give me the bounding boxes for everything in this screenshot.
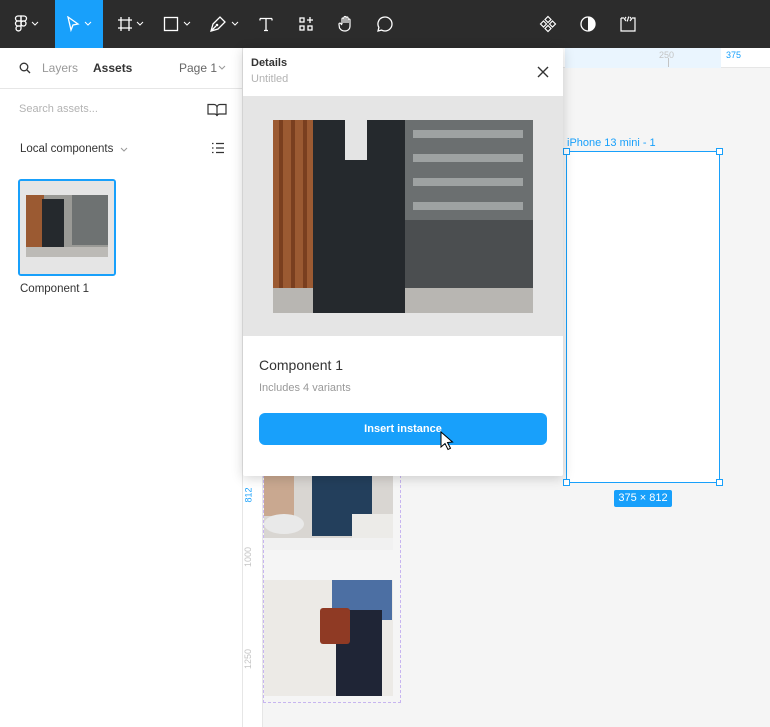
chevron-down-icon — [31, 21, 38, 26]
chevron-down-icon — [218, 65, 226, 70]
component-preview — [243, 96, 563, 336]
walking-man-photo[interactable] — [264, 580, 393, 696]
move-tool-button[interactable] — [55, 0, 103, 48]
chevron-down-icon — [136, 21, 143, 26]
library-icon[interactable] — [207, 103, 227, 117]
hand-tool-button[interactable] — [333, 0, 359, 48]
text-tool-icon — [259, 17, 273, 32]
popover-title: Details — [251, 57, 288, 69]
comment-tool-icon — [377, 16, 393, 32]
comment-tool-button[interactable] — [372, 0, 398, 48]
figma-logo-icon — [14, 15, 27, 32]
toolbar — [0, 0, 770, 48]
resize-handle[interactable] — [716, 148, 723, 155]
frame-tool-icon — [117, 17, 132, 31]
component-thumbnail[interactable] — [18, 179, 116, 276]
meeting-photo-image — [264, 476, 393, 550]
tab-layers[interactable]: Layers — [42, 61, 78, 75]
chevron-down-icon — [84, 21, 92, 26]
asset-search: Search assets... — [0, 88, 242, 128]
component-name: Component 1 — [20, 283, 90, 295]
main-menu-button[interactable] — [8, 0, 44, 48]
move-tool-icon — [67, 16, 80, 32]
resize-handle[interactable] — [563, 148, 570, 155]
components-icon — [539, 15, 557, 33]
chevron-down-icon — [120, 147, 128, 152]
frame-label[interactable]: iPhone 13 mini - 1 — [567, 137, 656, 149]
chevron-down-icon — [231, 21, 239, 26]
pen-tool-icon — [210, 16, 226, 32]
resources-icon — [299, 17, 313, 31]
dimension-badge: 375 × 812 — [614, 490, 672, 507]
ruler-tick: 1000 — [243, 546, 254, 568]
component-preview-image — [20, 181, 114, 274]
search-icon[interactable] — [19, 62, 31, 74]
resources-button[interactable] — [293, 0, 319, 48]
mouse-cursor-icon — [440, 431, 454, 451]
walking-man-photo-image — [264, 580, 393, 696]
panel-tabs: Layers Assets Page 1 — [0, 48, 242, 88]
contrast-button[interactable] — [575, 0, 601, 48]
dev-mode-icon — [620, 16, 636, 32]
components-button[interactable] — [535, 0, 561, 48]
meeting-photo[interactable] — [264, 476, 393, 550]
ruler-highlight — [565, 48, 721, 68]
ruler-tick: 375 — [726, 50, 742, 60]
ruler-tick-line — [668, 58, 669, 67]
local-components-section[interactable]: Local components — [20, 143, 113, 155]
text-tool-button[interactable] — [253, 0, 279, 48]
insert-instance-button[interactable]: Insert instance — [259, 413, 547, 445]
component-preview-image — [273, 120, 533, 313]
tab-assets[interactable]: Assets — [93, 61, 132, 75]
dev-mode-button[interactable] — [615, 0, 641, 48]
ruler-tick: 812 — [243, 487, 254, 503]
pen-tool-button[interactable] — [205, 0, 243, 48]
contrast-icon — [580, 16, 596, 32]
component-details-popover: Details Untitled Component 1 Includes 4 … — [243, 48, 563, 476]
ruler-tick: 1250 — [243, 648, 254, 670]
close-icon[interactable] — [537, 66, 549, 78]
variants-count: Includes 4 variants — [259, 382, 351, 394]
resize-handle[interactable] — [563, 479, 570, 486]
list-view-icon[interactable] — [211, 142, 225, 154]
hand-tool-icon — [338, 15, 351, 32]
rectangle-tool-icon — [163, 16, 179, 32]
chevron-down-icon — [183, 21, 191, 26]
ruler-tick: 250 — [659, 50, 675, 60]
resize-handle[interactable] — [716, 479, 723, 486]
shape-tool-button[interactable] — [158, 0, 196, 48]
frame-tool-button[interactable] — [112, 0, 148, 48]
component-title: Component 1 — [259, 357, 344, 373]
search-input[interactable]: Search assets... — [19, 103, 98, 115]
popover-subtitle: Untitled — [251, 73, 289, 85]
assets-panel: Layers Assets Page 1 Search assets... Lo… — [0, 48, 243, 727]
page-selector[interactable]: Page 1 — [179, 61, 217, 75]
iphone-frame[interactable] — [566, 151, 720, 483]
